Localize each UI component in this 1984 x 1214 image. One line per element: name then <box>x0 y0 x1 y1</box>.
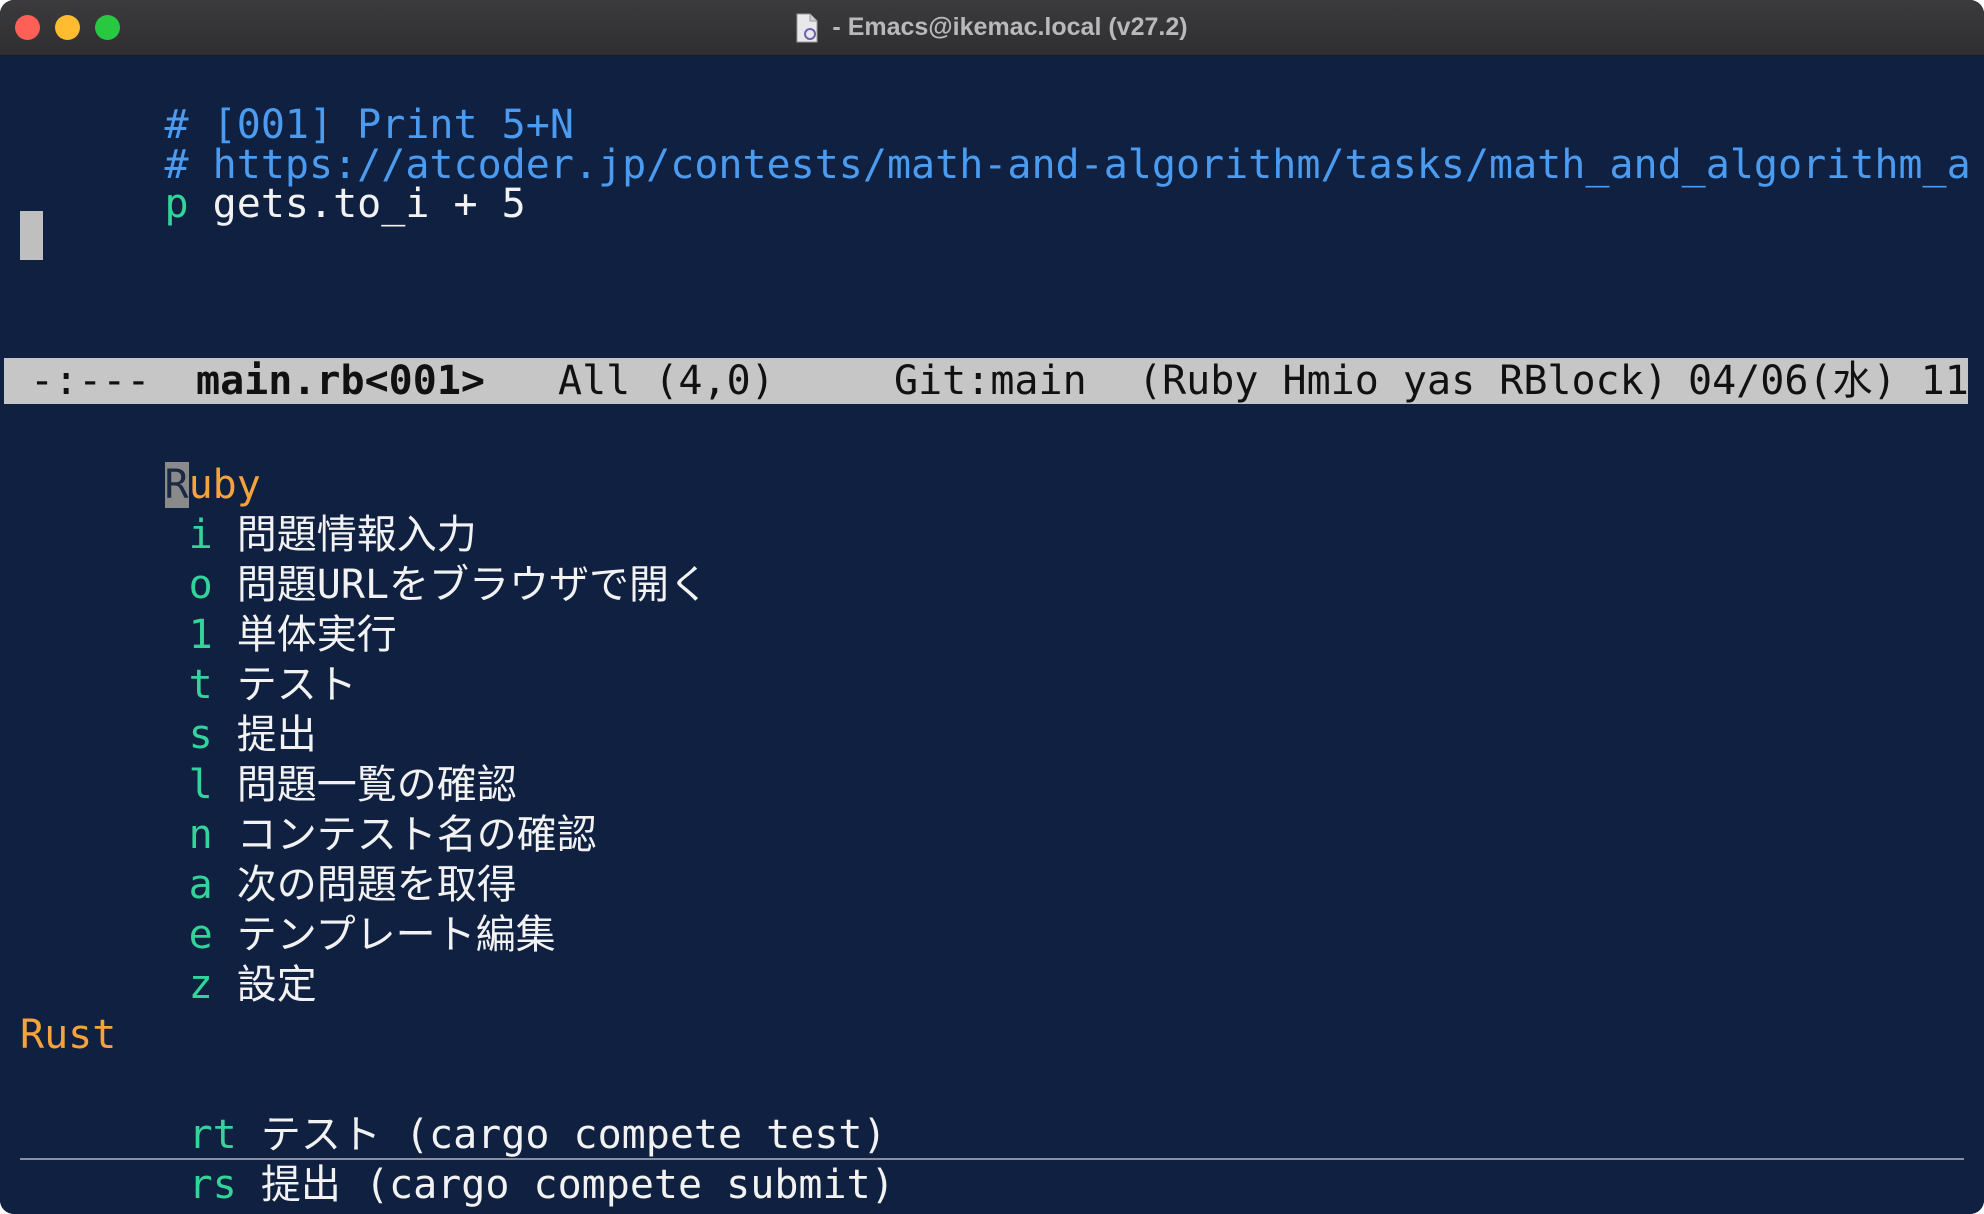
editor-line-3[interactable]: p gets.to_i + 5 <box>20 129 526 227</box>
window-title-group: - Emacs@ikemac.local (v27.2) <box>0 0 1984 55</box>
keyword-p: p <box>164 181 189 227</box>
emacs-window: - Emacs@ikemac.local (v27.2) # [001] Pri… <box>0 0 1984 1214</box>
menu-item-1[interactable]: 1 単体実行 <box>20 560 397 658</box>
editor-frame[interactable]: # [001] Print 5+N # https://atcoder.jp/c… <box>0 56 1984 1214</box>
modeline-position: All (4,0) <box>558 358 775 404</box>
window-right-fringe <box>1968 56 1984 1214</box>
menu-item-e[interactable]: e テンプレート編集 <box>20 860 556 958</box>
modeline-datetime: 04/06(水) 11 <box>1688 358 1969 404</box>
modeline-modes: (Ruby Hmio yas RBlock) <box>1138 358 1668 404</box>
menu-item-a[interactable]: a 次の問題を取得 <box>20 810 517 908</box>
modeline-state: -:--- <box>30 358 151 404</box>
document-icon <box>796 13 818 43</box>
menu-key: z <box>188 962 213 1008</box>
menu-label: 設定 <box>236 962 317 1008</box>
minibuffer-divider <box>20 1158 1964 1160</box>
menu-heading-rust: Rust <box>20 1012 117 1058</box>
modeline-buffer-name: main.rb<001> <box>196 358 485 404</box>
window-title: - Emacs@ikemac.local (v27.2) <box>832 13 1188 41</box>
text-cursor <box>20 211 43 260</box>
menu-item-z[interactable]: z 設定 <box>20 910 317 1008</box>
menu-label: 提出 (cargo compete submit) <box>260 1162 895 1208</box>
mode-line[interactable]: -:--- main.rb<001> All (4,0) Git:main (R… <box>4 358 1976 404</box>
menu-item-rs[interactable]: rs 提出 (cargo compete submit) <box>20 1110 895 1208</box>
menu-key: rs <box>188 1162 237 1208</box>
menu-item-o[interactable]: o 問題URLをブラウザで開く <box>20 510 709 608</box>
menu-item-t[interactable]: t テスト <box>20 610 357 708</box>
title-bar: - Emacs@ikemac.local (v27.2) <box>0 0 1984 56</box>
code-text: gets.to_i + 5 <box>188 181 526 227</box>
menu-item-rt[interactable]: rt テスト (cargo compete test) <box>20 1060 887 1158</box>
menu-item-s[interactable]: s 提出 <box>20 660 317 758</box>
menu-item-n[interactable]: n コンテスト名の確認 <box>20 760 597 858</box>
menu-item-i[interactable]: i 問題情報入力 <box>20 460 477 558</box>
menu-item-l[interactable]: l 問題一覧の確認 <box>20 710 517 808</box>
menu-heading-ruby: Ruby <box>20 410 261 508</box>
modeline-vc-branch: Git:main <box>894 358 1087 404</box>
